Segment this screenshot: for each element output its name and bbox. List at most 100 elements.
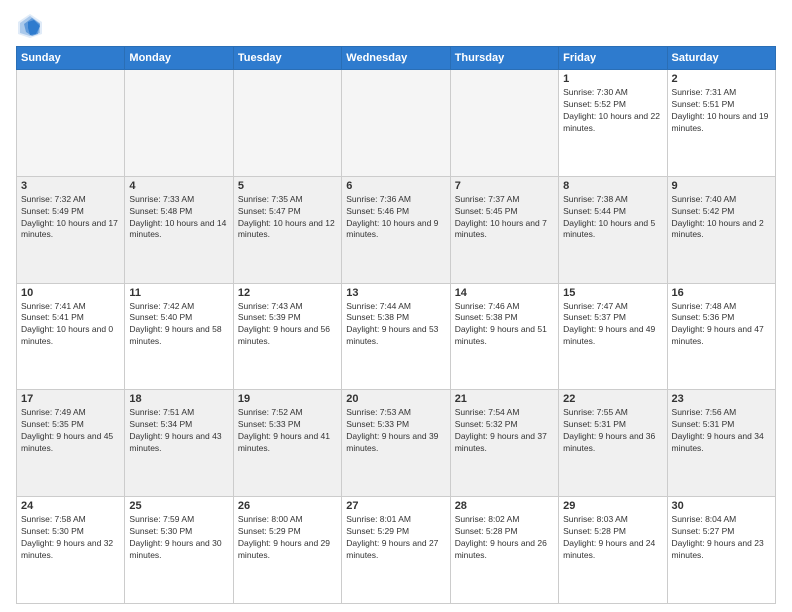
day-number: 15 <box>563 287 662 299</box>
calendar-cell: 24Sunrise: 7:58 AMSunset: 5:30 PMDayligh… <box>17 497 125 604</box>
day-number: 13 <box>346 287 445 299</box>
weekday-header-row: SundayMondayTuesdayWednesdayThursdayFrid… <box>17 47 776 70</box>
day-number: 4 <box>129 180 228 192</box>
day-number: 28 <box>455 500 554 512</box>
calendar-cell: 14 Sunrise: 7:46 AMSunset: 5:38 PMDayligh… <box>450 283 558 390</box>
weekday-header-thursday: Thursday <box>450 47 558 70</box>
day-info: Sunrise: 7:38 AMSunset: 5:44 PMDaylight:… <box>563 194 662 242</box>
day-number: 27 <box>346 500 445 512</box>
calendar-cell: 27 Sunrise: 8:01 AMSunset: 5:29 PMDayligh… <box>342 497 450 604</box>
calendar-cell: 11 Sunrise: 7:42 AMSunset: 5:40 PMDayligh… <box>125 283 233 390</box>
day-info: Sunrise: 7:36 AMSunset: 5:46 PMDaylight:… <box>346 194 445 242</box>
calendar-cell: 5 Sunrise: 7:35 AMSunset: 5:47 PMDaylight… <box>233 176 341 283</box>
day-info: Sunrise: 7:56 AMSunset: 5:31 PMDaylight:… <box>672 407 771 455</box>
calendar-cell: 17Sunrise: 7:49 AMSunset: 5:35 PMDayligh… <box>17 390 125 497</box>
day-number: 25 <box>129 500 228 512</box>
calendar-cell: 30 Sunrise: 8:04 AMSunset: 5:27 PMDayligh… <box>667 497 775 604</box>
day-number: 18 <box>129 393 228 405</box>
calendar-cell <box>450 70 558 177</box>
day-number: 5 <box>238 180 337 192</box>
logo <box>16 12 48 40</box>
day-info: Sunrise: 8:01 AMSunset: 5:29 PMDaylight:… <box>346 514 445 562</box>
day-info: Sunrise: 7:46 AMSunset: 5:38 PMDaylight:… <box>455 301 554 349</box>
week-row-5: 24Sunrise: 7:58 AMSunset: 5:30 PMDayligh… <box>17 497 776 604</box>
week-row-3: 10 Sunrise: 7:41 AMSunset: 5:41 PMDayligh… <box>17 283 776 390</box>
day-number: 9 <box>672 180 771 192</box>
calendar-cell: 29 Sunrise: 8:03 AMSunset: 5:28 PMDayligh… <box>559 497 667 604</box>
day-number: 30 <box>672 500 771 512</box>
calendar-cell: 20 Sunrise: 7:53 AMSunset: 5:33 PMDayligh… <box>342 390 450 497</box>
calendar-cell: 12 Sunrise: 7:43 AMSunset: 5:39 PMDayligh… <box>233 283 341 390</box>
day-info: Sunrise: 7:41 AMSunset: 5:41 PMDaylight:… <box>21 301 120 349</box>
day-info: Sunrise: 7:33 AMSunset: 5:48 PMDaylight:… <box>129 194 228 242</box>
day-info: Sunrise: 8:00 AMSunset: 5:29 PMDaylight:… <box>238 514 337 562</box>
calendar-cell: 13 Sunrise: 7:44 AMSunset: 5:38 PMDayligh… <box>342 283 450 390</box>
calendar-cell: 18Sunrise: 7:51 AMSunset: 5:34 PMDayligh… <box>125 390 233 497</box>
weekday-header-friday: Friday <box>559 47 667 70</box>
day-number: 10 <box>21 287 120 299</box>
weekday-header-saturday: Saturday <box>667 47 775 70</box>
calendar-cell: 21Sunrise: 7:54 AMSunset: 5:32 PMDayligh… <box>450 390 558 497</box>
weekday-header-wednesday: Wednesday <box>342 47 450 70</box>
week-row-4: 17Sunrise: 7:49 AMSunset: 5:35 PMDayligh… <box>17 390 776 497</box>
day-info: Sunrise: 7:53 AMSunset: 5:33 PMDaylight:… <box>346 407 445 455</box>
day-info: Sunrise: 7:40 AMSunset: 5:42 PMDaylight:… <box>672 194 771 242</box>
day-info: Sunrise: 7:58 AMSunset: 5:30 PMDaylight:… <box>21 514 120 562</box>
day-number: 1 <box>563 73 662 85</box>
calendar-cell: 16Sunrise: 7:48 AMSunset: 5:36 PMDayligh… <box>667 283 775 390</box>
day-info: Sunrise: 7:49 AMSunset: 5:35 PMDaylight:… <box>21 407 120 455</box>
calendar-cell <box>233 70 341 177</box>
day-number: 6 <box>346 180 445 192</box>
calendar-cell: 10 Sunrise: 7:41 AMSunset: 5:41 PMDayligh… <box>17 283 125 390</box>
calendar-cell: 3 Sunrise: 7:32 AMSunset: 5:49 PMDaylight… <box>17 176 125 283</box>
day-number: 29 <box>563 500 662 512</box>
day-info: Sunrise: 7:48 AMSunset: 5:36 PMDaylight:… <box>672 301 771 349</box>
calendar-cell: 8Sunrise: 7:38 AMSunset: 5:44 PMDaylight… <box>559 176 667 283</box>
weekday-header-sunday: Sunday <box>17 47 125 70</box>
calendar-cell: 6 Sunrise: 7:36 AMSunset: 5:46 PMDaylight… <box>342 176 450 283</box>
calendar-cell: 23 Sunrise: 7:56 AMSunset: 5:31 PMDayligh… <box>667 390 775 497</box>
week-row-1: 1 Sunrise: 7:30 AMSunset: 5:52 PMDaylight… <box>17 70 776 177</box>
day-number: 11 <box>129 287 228 299</box>
page: SundayMondayTuesdayWednesdayThursdayFrid… <box>0 0 792 612</box>
calendar-cell <box>17 70 125 177</box>
day-info: Sunrise: 7:31 AMSunset: 5:51 PMDaylight:… <box>672 87 771 135</box>
day-number: 3 <box>21 180 120 192</box>
day-info: Sunrise: 7:54 AMSunset: 5:32 PMDaylight:… <box>455 407 554 455</box>
day-info: Sunrise: 7:47 AMSunset: 5:37 PMDaylight:… <box>563 301 662 349</box>
calendar-cell: 4 Sunrise: 7:33 AMSunset: 5:48 PMDaylight… <box>125 176 233 283</box>
day-info: Sunrise: 8:03 AMSunset: 5:28 PMDaylight:… <box>563 514 662 562</box>
calendar-cell <box>125 70 233 177</box>
calendar-cell: 26 Sunrise: 8:00 AMSunset: 5:29 PMDayligh… <box>233 497 341 604</box>
calendar: SundayMondayTuesdayWednesdayThursdayFrid… <box>16 46 776 604</box>
day-info: Sunrise: 7:32 AMSunset: 5:49 PMDaylight:… <box>21 194 120 242</box>
day-info: Sunrise: 7:43 AMSunset: 5:39 PMDaylight:… <box>238 301 337 349</box>
day-number: 7 <box>455 180 554 192</box>
day-number: 20 <box>346 393 445 405</box>
weekday-header-monday: Monday <box>125 47 233 70</box>
calendar-cell: 7 Sunrise: 7:37 AMSunset: 5:45 PMDaylight… <box>450 176 558 283</box>
day-number: 26 <box>238 500 337 512</box>
calendar-cell: 2Sunrise: 7:31 AMSunset: 5:51 PMDaylight… <box>667 70 775 177</box>
day-info: Sunrise: 7:44 AMSunset: 5:38 PMDaylight:… <box>346 301 445 349</box>
day-info: Sunrise: 8:04 AMSunset: 5:27 PMDaylight:… <box>672 514 771 562</box>
header <box>16 12 776 40</box>
calendar-cell: 1 Sunrise: 7:30 AMSunset: 5:52 PMDaylight… <box>559 70 667 177</box>
logo-icon <box>16 12 44 40</box>
day-info: Sunrise: 7:30 AMSunset: 5:52 PMDaylight:… <box>563 87 662 135</box>
calendar-cell: 15 Sunrise: 7:47 AMSunset: 5:37 PMDayligh… <box>559 283 667 390</box>
calendar-cell: 25 Sunrise: 7:59 AMSunset: 5:30 PMDayligh… <box>125 497 233 604</box>
day-number: 22 <box>563 393 662 405</box>
day-info: Sunrise: 7:42 AMSunset: 5:40 PMDaylight:… <box>129 301 228 349</box>
day-info: Sunrise: 7:37 AMSunset: 5:45 PMDaylight:… <box>455 194 554 242</box>
day-info: Sunrise: 8:02 AMSunset: 5:28 PMDaylight:… <box>455 514 554 562</box>
calendar-cell: 22Sunrise: 7:55 AMSunset: 5:31 PMDayligh… <box>559 390 667 497</box>
day-info: Sunrise: 7:52 AMSunset: 5:33 PMDaylight:… <box>238 407 337 455</box>
day-number: 14 <box>455 287 554 299</box>
day-number: 23 <box>672 393 771 405</box>
day-info: Sunrise: 7:59 AMSunset: 5:30 PMDaylight:… <box>129 514 228 562</box>
weekday-header-tuesday: Tuesday <box>233 47 341 70</box>
day-info: Sunrise: 7:35 AMSunset: 5:47 PMDaylight:… <box>238 194 337 242</box>
calendar-cell: 9 Sunrise: 7:40 AMSunset: 5:42 PMDaylight… <box>667 176 775 283</box>
day-number: 12 <box>238 287 337 299</box>
